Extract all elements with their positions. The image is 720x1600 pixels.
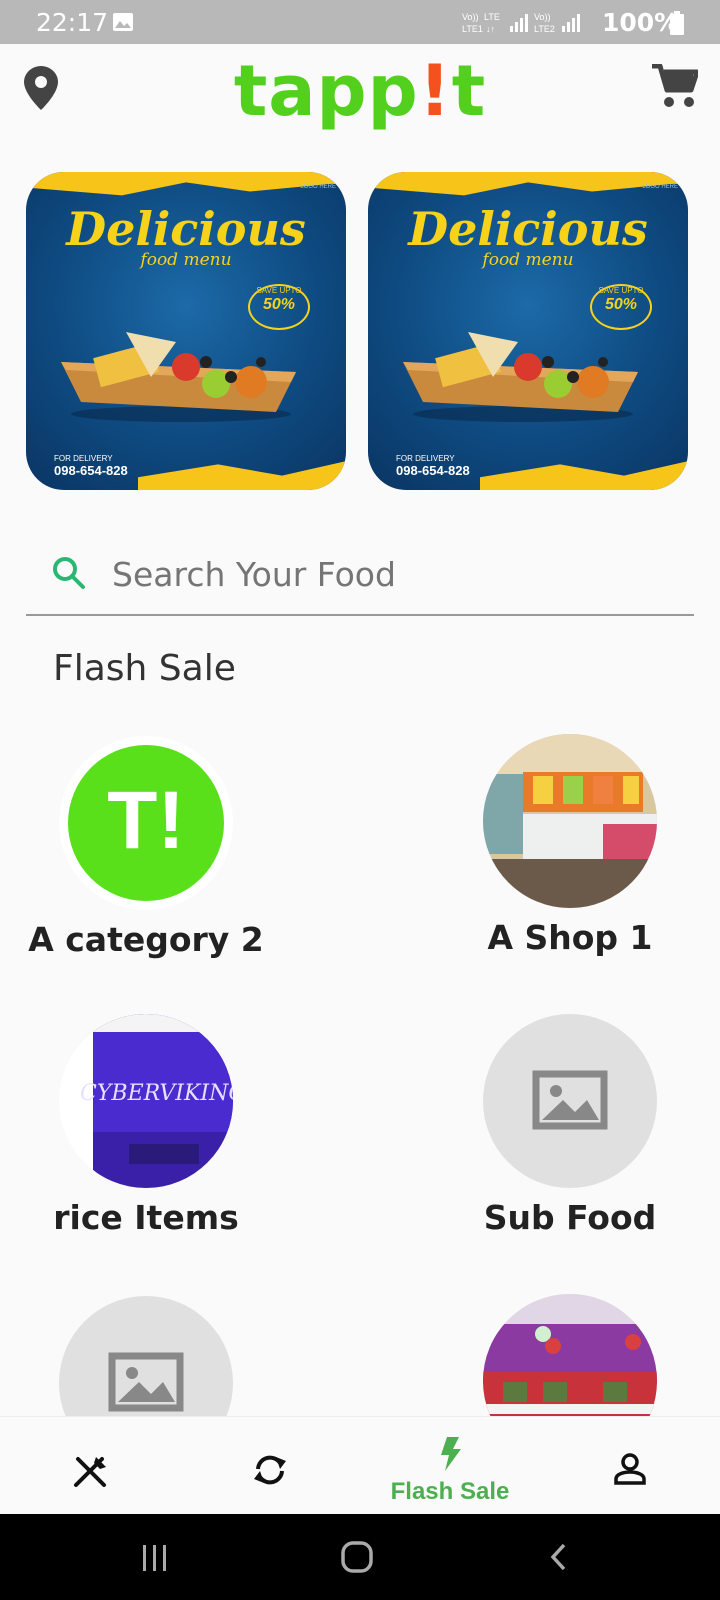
neon-sign-text: CYBERVIKING xyxy=(80,1081,233,1106)
banner-delivery: FOR DELIVERY 098-654-828 xyxy=(54,454,128,478)
status-time: 22:17 xyxy=(36,8,109,37)
food-tray-illustration xyxy=(61,332,296,422)
image-placeholder-icon xyxy=(532,1070,608,1130)
promo-carousel[interactable]: LOGO HERE Delicious food menu SAVE UPTO 5… xyxy=(26,172,696,492)
nav-flash-sale-label: Flash Sale xyxy=(390,1478,510,1505)
search-bar[interactable] xyxy=(26,548,694,616)
category-image xyxy=(483,734,657,908)
category-label: Sub Food xyxy=(483,1198,657,1237)
svg-text:Vo)): Vo)) xyxy=(534,12,551,22)
banner-subtitle: food menu xyxy=(482,250,574,270)
banner-logo-placeholder: LOGO HERE xyxy=(642,184,678,190)
fork-knife-icon xyxy=(74,1457,106,1487)
system-navigation-bar xyxy=(0,1514,720,1600)
search-icon xyxy=(53,557,85,589)
svg-text:↓↑: ↓↑ xyxy=(486,24,495,34)
nav-refresh[interactable] xyxy=(180,1417,360,1515)
nav-food[interactable] xyxy=(0,1417,180,1515)
person-icon xyxy=(614,1453,646,1485)
banner-strip-top xyxy=(368,172,688,196)
svg-text:T!: T! xyxy=(107,775,184,866)
battery-percent: 100% xyxy=(602,8,680,37)
svg-text:LTE: LTE xyxy=(484,12,500,22)
banner-strip-top xyxy=(26,172,346,196)
banner-subtitle: food menu xyxy=(140,250,232,270)
category-label: A Shop 1 xyxy=(487,918,653,957)
svg-text:Vo)): Vo)) xyxy=(462,12,479,22)
banner-logo-placeholder: LOGO HERE xyxy=(300,184,336,190)
signal-icon: Vo)) LTE1 LTE ↓↑ Vo)) LTE2 xyxy=(462,12,580,34)
category-item[interactable]: T! A category 2 xyxy=(6,736,286,959)
refresh-icon xyxy=(254,1455,286,1485)
category-label: A category 2 xyxy=(28,920,264,959)
promo-banner[interactable]: LOGO HERE Delicious food menu SAVE UPTO 5… xyxy=(368,172,688,490)
placeholder-image xyxy=(483,1014,657,1188)
banner-delivery: FOR DELIVERY 098-654-828 xyxy=(396,454,470,478)
shopping-cart-icon[interactable] xyxy=(652,64,698,108)
app-logo: tapp!t xyxy=(233,50,487,132)
category-image: T! xyxy=(59,736,233,910)
section-title-flash-sale: Flash Sale xyxy=(53,648,236,689)
lightning-bolt-icon xyxy=(441,1437,461,1471)
nav-profile[interactable] xyxy=(540,1417,720,1515)
search-input[interactable] xyxy=(110,554,674,595)
category-item[interactable]: CYBERVIKING rice Items xyxy=(6,1014,286,1237)
battery-icon xyxy=(670,11,684,35)
bottom-navigation: Flash Sale xyxy=(0,1416,720,1515)
category-item[interactable]: Sub Food xyxy=(430,1014,710,1237)
category-label: rice Items xyxy=(53,1198,239,1237)
nav-flash-sale[interactable]: Flash Sale xyxy=(360,1417,540,1515)
svg-text:LTE1: LTE1 xyxy=(462,24,483,34)
app-header: tapp!t xyxy=(0,44,720,134)
back-icon[interactable] xyxy=(548,1542,570,1572)
svg-text:LTE2: LTE2 xyxy=(534,24,555,34)
category-item[interactable]: A Shop 1 xyxy=(430,734,710,957)
food-tray-illustration xyxy=(403,332,638,422)
recent-apps-icon[interactable] xyxy=(140,1542,170,1572)
category-image: CYBERVIKING xyxy=(59,1014,233,1188)
banner-title: Delicious xyxy=(66,202,306,256)
home-icon[interactable] xyxy=(340,1540,374,1574)
status-bar: 22:17 Vo)) LTE1 LTE ↓↑ Vo)) LTE2 100% xyxy=(0,0,720,44)
banner-title: Delicious xyxy=(408,202,648,256)
promo-banner[interactable]: LOGO HERE Delicious food menu SAVE UPTO 5… xyxy=(26,172,346,490)
gallery-notification-icon xyxy=(113,13,133,31)
